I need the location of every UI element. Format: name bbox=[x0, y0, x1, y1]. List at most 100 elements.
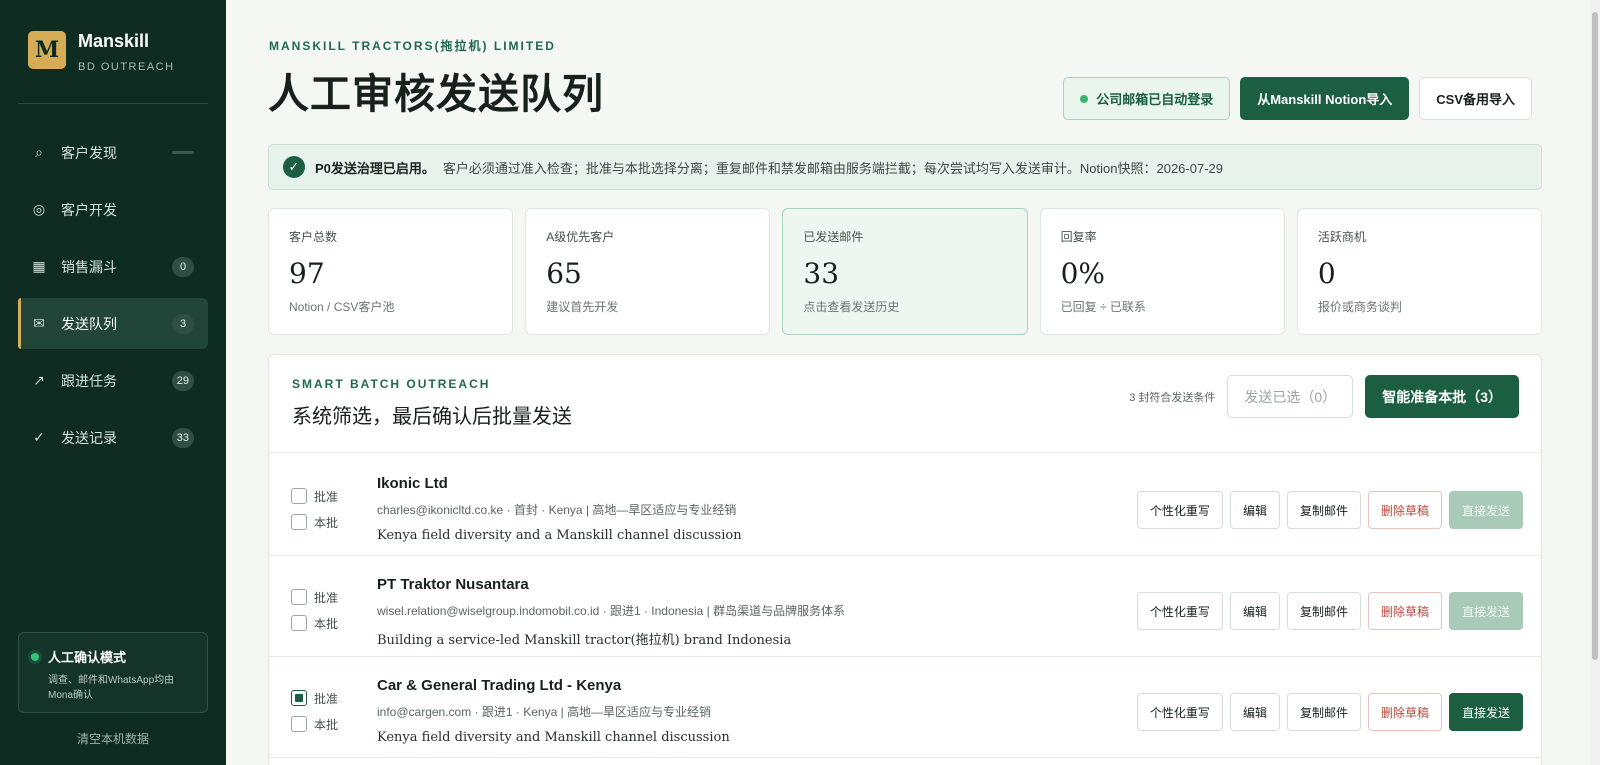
checkbox-label: 批准 bbox=[314, 691, 339, 706]
customer-name: PT Traktor Nusantara bbox=[377, 576, 529, 593]
edit-button[interactable]: 编辑 bbox=[1229, 592, 1280, 630]
stat-value: 0 bbox=[1317, 257, 1336, 290]
eligible-count: 3 封符合发送条件 bbox=[1129, 391, 1216, 404]
brand: M Manskill BD OUTREACH bbox=[28, 31, 175, 73]
smart-prepare-button[interactable]: 智能准备本批（3） bbox=[1365, 375, 1519, 418]
this-batch-checkbox[interactable]: 本批 bbox=[291, 610, 338, 636]
email-subject: Kenya field diversity and a Manskill cha… bbox=[377, 528, 742, 543]
sidebar-item-send-queue[interactable]: ✉ 发送队列 3 bbox=[18, 298, 208, 349]
this-batch-checkbox[interactable]: 本批 bbox=[291, 509, 338, 535]
stat-card-active-deals: 活跃商机 0 报价或商务谈判 bbox=[1296, 208, 1543, 335]
brand-subtitle: BD OUTREACH bbox=[78, 61, 175, 73]
delete-draft-button[interactable]: 删除草稿 bbox=[1367, 693, 1442, 731]
mail-icon: ✉ bbox=[33, 315, 45, 331]
rewrite-button[interactable]: 个性化重写 bbox=[1136, 491, 1223, 529]
copy-email-button[interactable]: 复制邮件 bbox=[1286, 592, 1361, 630]
sidebar-item-badge: 3 bbox=[172, 313, 194, 334]
batch-kicker: SMART BATCH OUTREACH bbox=[292, 377, 491, 391]
email-subject: Building a service-led Manskill tractor(… bbox=[377, 633, 792, 648]
sidebar-item-label: 跟进任务 bbox=[61, 372, 117, 389]
sidebar-item-development[interactable]: ◎ 客户开发 bbox=[18, 184, 208, 235]
checkbox-label: 本批 bbox=[314, 515, 339, 530]
smart-batch-panel: SMART BATCH OUTREACH 系统筛选，最后确认后批量发送 3 封符… bbox=[268, 354, 1542, 765]
send-selected-button[interactable]: 发送已选（0） bbox=[1227, 375, 1354, 418]
company-name: MANSKILL TRACTORS(拖拉机) LIMITED bbox=[269, 39, 556, 53]
sidebar-item-label: 发送记录 bbox=[61, 429, 117, 446]
edit-button[interactable]: 编辑 bbox=[1229, 491, 1280, 529]
stat-card-reply-rate: 回复率 0% 已回复 ÷ 已联系 bbox=[1039, 208, 1285, 335]
search-icon: ⌕ bbox=[35, 144, 43, 160]
sidebar-item-send-history[interactable]: ✓ 发送记录 33 bbox=[18, 412, 208, 463]
sidebar-nav: ⌕ 客户发现 ◎ 客户开发 ▦ 销售漏斗 0 ✉ 发送队列 3 ↗ 跟进任务 2… bbox=[18, 127, 208, 469]
header-actions: 公司邮箱已自动登录 从Manskill Notion导入 CSV备用导入 bbox=[1063, 77, 1532, 120]
clear-local-data-link[interactable]: 清空本机数据 bbox=[18, 730, 208, 747]
main-content: MANSKILL TRACTORS(拖拉机) LIMITED 人工审核发送队列 … bbox=[226, 0, 1600, 765]
grid-icon: ▦ bbox=[32, 258, 46, 274]
sidebar-item-followups[interactable]: ↗ 跟进任务 29 bbox=[18, 355, 208, 406]
sidebar-item-badge: 29 bbox=[171, 370, 194, 391]
approve-checkbox[interactable]: 批准 bbox=[291, 584, 338, 610]
customer-meta: charles@ikonicltd.co.ke · 首封 · Kenya | 高… bbox=[377, 503, 737, 517]
manual-mode-card: 人工确认模式 调查、邮件和WhatsApp均由Mona确认 bbox=[18, 632, 208, 713]
edit-button[interactable]: 编辑 bbox=[1229, 693, 1280, 731]
stat-subtext: 点击查看发送历史 bbox=[803, 300, 900, 314]
stat-subtext: 建议首先开发 bbox=[546, 300, 619, 314]
notice-text: 客户必须通过准入检查；批准与本批选择分离；重复邮件和禁发邮箱由服务端拦截；每次尝… bbox=[442, 160, 1223, 176]
rewrite-button[interactable]: 个性化重写 bbox=[1136, 592, 1223, 630]
brand-name: Manskill bbox=[78, 31, 150, 51]
checkbox-box[interactable] bbox=[291, 488, 307, 504]
sidebar-item-label: 销售漏斗 bbox=[61, 258, 117, 275]
checkbox-box[interactable] bbox=[291, 615, 307, 631]
check-icon: ✓ bbox=[33, 429, 45, 445]
checkbox-box[interactable] bbox=[291, 690, 307, 706]
import-notion-button[interactable]: 从Manskill Notion导入 bbox=[1240, 77, 1410, 120]
sidebar-item-funnel[interactable]: ▦ 销售漏斗 0 bbox=[18, 241, 208, 292]
copy-email-button[interactable]: 复制邮件 bbox=[1286, 491, 1361, 529]
send-now-button[interactable]: 直接发送 bbox=[1448, 592, 1523, 630]
sidebar-item-discovery[interactable]: ⌕ 客户发现 bbox=[18, 127, 208, 178]
checkbox-box[interactable] bbox=[291, 514, 307, 530]
status-dot-icon bbox=[31, 652, 39, 661]
send-now-button[interactable]: 直接发送 bbox=[1448, 491, 1523, 529]
stats-row: 客户总数 97 Notion / CSV客户池 A级优先客户 65 建议首先开发… bbox=[268, 208, 1543, 335]
stat-label: 活跃商机 bbox=[1317, 230, 1366, 244]
sidebar-item-label: 客户开发 bbox=[61, 201, 117, 218]
copy-email-button[interactable]: 复制邮件 bbox=[1286, 693, 1361, 731]
check-circle-icon: ✓ bbox=[283, 156, 305, 178]
stat-value: 97 bbox=[289, 257, 325, 290]
rewrite-button[interactable]: 个性化重写 bbox=[1136, 693, 1223, 731]
this-batch-checkbox[interactable]: 本批 bbox=[291, 711, 338, 737]
stat-subtext: Notion / CSV客户池 bbox=[289, 300, 395, 314]
notice-heading: P0发送治理已启用。 bbox=[315, 160, 435, 176]
mode-description: 调查、邮件和WhatsApp均由Mona确认 bbox=[48, 675, 175, 701]
brand-logo: M bbox=[28, 31, 66, 69]
stat-card-sent-emails[interactable]: 已发送邮件 33 点击查看发送历史 bbox=[782, 208, 1028, 335]
sidebar-item-label: 发送队列 bbox=[61, 315, 117, 332]
email-login-status[interactable]: 公司邮箱已自动登录 bbox=[1063, 77, 1231, 120]
stat-label: 客户总数 bbox=[289, 230, 338, 244]
checkbox-box[interactable] bbox=[291, 589, 307, 605]
email-login-label: 公司邮箱已自动登录 bbox=[1096, 92, 1214, 107]
delete-draft-button[interactable]: 删除草稿 bbox=[1367, 491, 1442, 529]
batch-title: 系统筛选，最后确认后批量发送 bbox=[292, 404, 572, 428]
status-dot-icon bbox=[1080, 94, 1089, 103]
stat-subtext: 已回复 ÷ 已联系 bbox=[1060, 300, 1146, 314]
sidebar: M Manskill BD OUTREACH ⌕ 客户发现 ◎ 客户开发 ▦ 销… bbox=[0, 0, 226, 765]
vertical-scrollbar[interactable] bbox=[1590, 0, 1600, 765]
checkbox-label: 本批 bbox=[314, 616, 339, 631]
import-csv-button[interactable]: CSV备用导入 bbox=[1419, 77, 1532, 120]
customer-meta: wisel.relation@wiselgroup.indomobil.co.i… bbox=[377, 604, 846, 618]
stat-label: 已发送邮件 bbox=[803, 230, 864, 244]
customer-name: Ikonic Ltd bbox=[377, 475, 448, 492]
queue-row: 批准 本批 Car & General Trading Ltd - Kenya … bbox=[269, 655, 1541, 758]
send-now-button[interactable]: 直接发送 bbox=[1448, 693, 1523, 731]
mode-title: 人工确认模式 bbox=[48, 650, 127, 665]
approve-checkbox[interactable]: 批准 bbox=[291, 685, 338, 711]
approve-checkbox[interactable]: 批准 bbox=[291, 483, 338, 509]
queue-row: 批准 本批 PT Traktor Nusantara wisel.relatio… bbox=[269, 554, 1541, 657]
checkbox-box[interactable] bbox=[291, 716, 307, 732]
delete-draft-button[interactable]: 删除草稿 bbox=[1367, 592, 1442, 630]
governance-notice: ✓ P0发送治理已启用。 客户必须通过准入检查；批准与本批选择分离；重复邮件和禁… bbox=[268, 144, 1542, 190]
page-title: 人工审核发送队列 bbox=[268, 70, 604, 118]
scrollbar-thumb[interactable] bbox=[1592, 12, 1598, 660]
